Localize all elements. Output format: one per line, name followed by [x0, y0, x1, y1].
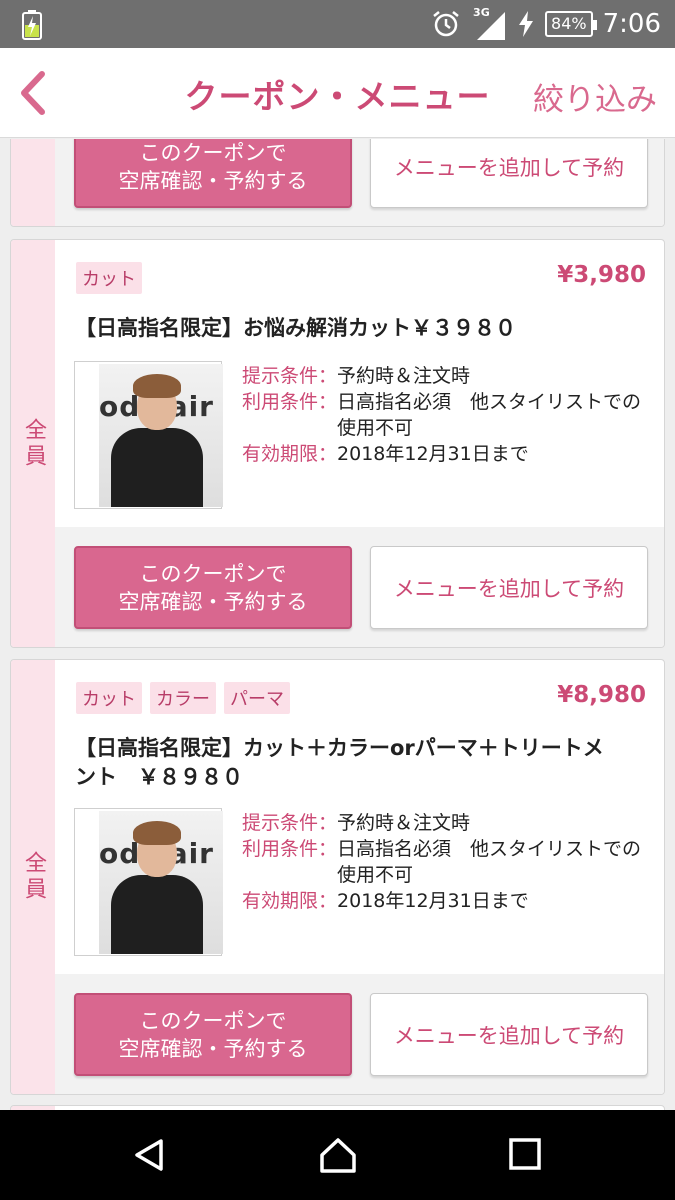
coupon-tags: カット	[76, 262, 142, 294]
clock: 7:06	[602, 9, 661, 39]
target-label	[11, 139, 55, 226]
condition-value: 予約時＆注文時	[337, 365, 471, 387]
add-menu-button[interactable]: メニューを追加して予約	[370, 546, 648, 629]
target-label: 全員	[11, 660, 55, 1094]
condition-label: 利用条件：	[242, 838, 338, 860]
condition-row: 利用条件： 日高指名必須 他スタイリストでの使用不可	[242, 836, 654, 888]
home-nav-icon[interactable]	[318, 1135, 358, 1175]
coupon-card: 全員 カット カラー パーマ ¥8,980 【日高指名限定】カット＋カラーorパ…	[10, 659, 665, 1095]
coupon-conditions: 提示条件： 予約時＆注文時 利用条件： 日高指名必須 他スタイリストでの使用不可…	[242, 810, 654, 914]
condition-label: 提示条件：	[242, 365, 338, 387]
system-nav-bar	[0, 1110, 675, 1200]
category-tag: カラー	[150, 682, 216, 714]
battery-percentage: 84%	[545, 11, 597, 37]
coupon-card: このクーポンで 空席確認・予約する メニューを追加して予約	[10, 139, 665, 227]
coupon-tags: カット カラー パーマ	[76, 682, 290, 714]
target-label: 全員	[11, 240, 55, 647]
condition-value: 日高指名必須 他スタイリストでの使用不可	[337, 838, 642, 886]
stylist-photo[interactable]: ods air	[74, 808, 223, 956]
condition-row: 有効期限： 2018年12月31日まで	[242, 441, 654, 467]
battery-charging-icon	[22, 10, 42, 40]
condition-row: 提示条件： 予約時＆注文時	[242, 363, 654, 389]
condition-label: 有効期限：	[242, 443, 338, 465]
add-menu-button[interactable]: メニューを追加して予約	[370, 139, 648, 208]
coupon-actions: このクーポンで 空席確認・予約する メニューを追加して予約	[55, 974, 664, 1094]
back-nav-icon[interactable]	[131, 1137, 167, 1173]
coupon-actions: このクーポンで 空席確認・予約する メニューを追加して予約	[55, 139, 664, 226]
coupon-card: 全員 カット ¥3,980 【日高指名限定】お悩み解消カット￥３９８０ ods …	[10, 239, 665, 648]
condition-label: 利用条件：	[242, 391, 338, 413]
coupon-actions: このクーポンで 空席確認・予約する メニューを追加して予約	[55, 527, 664, 647]
signal-icon: 3G	[471, 6, 507, 42]
category-tag: カット	[76, 682, 142, 714]
coupon-price: ¥3,980	[557, 262, 646, 288]
charging-bolt-icon	[519, 11, 534, 37]
coupon-name[interactable]: 【日高指名限定】カット＋カラーorパーマ＋トリートメント ￥８９８０	[75, 734, 624, 792]
book-coupon-button[interactable]: このクーポンで 空席確認・予約する	[74, 139, 352, 208]
coupon-price: ¥8,980	[557, 682, 646, 708]
category-tag: カット	[76, 262, 142, 294]
alarm-icon	[433, 11, 459, 37]
app-header: クーポン・メニュー 絞り込み	[0, 48, 675, 138]
recent-apps-icon[interactable]	[508, 1137, 542, 1171]
coupon-name[interactable]: 【日高指名限定】お悩み解消カット￥３９８０	[75, 314, 624, 343]
filter-button[interactable]: 絞り込み	[533, 74, 657, 119]
condition-label: 有効期限：	[242, 890, 338, 912]
condition-value: 予約時＆注文時	[337, 812, 471, 834]
book-coupon-button[interactable]: このクーポンで 空席確認・予約する	[74, 546, 352, 629]
category-tag: パーマ	[224, 682, 290, 714]
book-coupon-button[interactable]: このクーポンで 空席確認・予約する	[74, 993, 352, 1076]
condition-value: 2018年12月31日まで	[337, 890, 529, 912]
condition-row: 利用条件： 日高指名必須 他スタイリストでの使用不可	[242, 389, 654, 441]
stylist-photo[interactable]: ods air	[74, 361, 223, 509]
condition-value: 2018年12月31日まで	[337, 443, 529, 465]
condition-value: 日高指名必須 他スタイリストでの使用不可	[337, 391, 642, 439]
coupon-conditions: 提示条件： 予約時＆注文時 利用条件： 日高指名必須 他スタイリストでの使用不可…	[242, 363, 654, 467]
condition-row: 有効期限： 2018年12月31日まで	[242, 888, 654, 914]
condition-label: 提示条件：	[242, 812, 338, 834]
coupon-list[interactable]: このクーポンで 空席確認・予約する メニューを追加して予約 全員 カット ¥3,…	[0, 139, 675, 1110]
add-menu-button[interactable]: メニューを追加して予約	[370, 993, 648, 1076]
status-bar: 3G 84% 7:06	[0, 0, 675, 48]
condition-row: 提示条件： 予約時＆注文時	[242, 810, 654, 836]
